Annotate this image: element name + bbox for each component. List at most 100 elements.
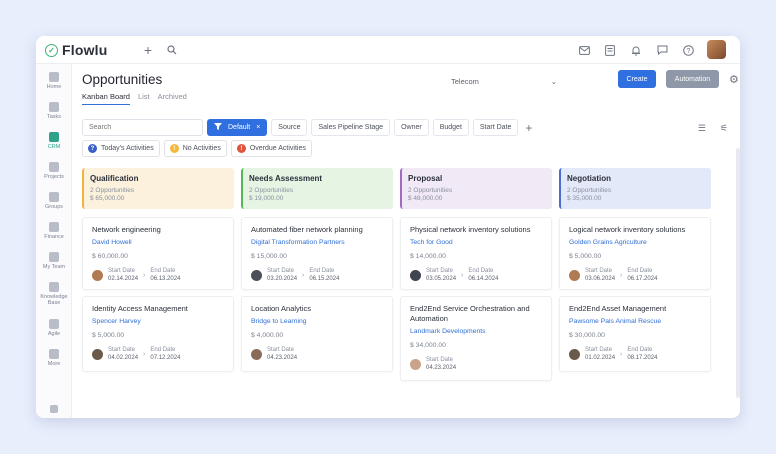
start-date-value: 04.23.2024 — [267, 355, 298, 361]
card-contact[interactable]: Tech for Good — [410, 239, 542, 246]
sidebar-item-projects[interactable]: Projects — [36, 162, 72, 180]
card-contact[interactable]: Golden Grains Agriculture — [569, 239, 701, 246]
add-filter-icon[interactable]: + — [522, 121, 532, 135]
sidebar-item-more[interactable]: More — [36, 349, 72, 367]
start-date-label: Start Date — [585, 347, 613, 353]
chevron-right-icon: › — [461, 271, 464, 279]
vertical-scrollbar[interactable] — [736, 148, 740, 398]
bell-icon[interactable] — [629, 43, 643, 57]
card-contact[interactable]: David Howell — [92, 239, 224, 246]
card-title: Location Analytics — [251, 304, 312, 313]
pipeline-select[interactable]: Telecom ⌄ — [451, 74, 557, 88]
sidebar-collapse[interactable] — [36, 405, 72, 415]
gear-icon[interactable]: ⚙ — [729, 73, 739, 86]
card-contact[interactable]: Landmark Developments — [410, 328, 542, 335]
end-date-label: End Date — [627, 268, 653, 274]
owner-avatar[interactable] — [410, 269, 421, 281]
card-contact[interactable]: Digital Transformation Partners — [251, 239, 383, 246]
start-date-label: Start Date — [426, 357, 454, 363]
card-title: Automated fiber network planning — [251, 225, 363, 234]
start-date-label: Start Date — [426, 268, 454, 274]
filter-chip-source[interactable]: Source — [271, 119, 308, 136]
owner-avatar[interactable] — [569, 269, 580, 281]
card-contact[interactable]: Pawsome Pals Animal Rescue — [569, 318, 701, 325]
card-title: Logical network inventory solutions — [569, 225, 686, 234]
end-date-value: 08.17.2024 — [627, 355, 658, 361]
no-activities-label: No Activities — [182, 145, 221, 152]
overdue-activities-chip[interactable]: ! Overdue Activities — [230, 140, 312, 157]
help-icon[interactable]: ? — [681, 43, 695, 57]
opportunity-card[interactable]: Logical network inventory solutions Gold… — [559, 217, 711, 290]
owner-avatar[interactable] — [92, 269, 103, 281]
app-name: Flowlu — [62, 42, 108, 58]
filter-chip-owner[interactable]: Owner — [394, 119, 429, 136]
logo[interactable]: ✓ Flowlu — [45, 42, 108, 58]
column-total: $ 65,000.00 — [90, 195, 125, 202]
card-dates: Start Date 04.02.2024 › End Date 07.12.202… — [92, 346, 224, 362]
chat-icon[interactable] — [655, 43, 669, 57]
user-avatar[interactable] — [707, 40, 726, 59]
home-icon — [49, 72, 59, 82]
notes-icon[interactable] — [603, 43, 617, 57]
todays-activities-chip[interactable]: ? Today's Activities — [82, 140, 160, 157]
owner-avatar[interactable] — [251, 348, 262, 360]
opportunity-card[interactable]: End2End Asset Management Pawsome Pals An… — [559, 296, 711, 372]
filter-chip-start-date[interactable]: Start Date — [472, 119, 519, 136]
column-count: 2 Opportunities — [90, 187, 135, 194]
sidebar-item-agile[interactable]: Agile — [36, 319, 72, 337]
end-date: End Date 08.17.2024 — [627, 346, 657, 362]
filter-chip-budget[interactable]: Budget — [432, 119, 469, 136]
tab-archived[interactable]: Archived — [158, 92, 187, 105]
mail-icon[interactable] — [577, 43, 591, 57]
sidebar-item-groups[interactable]: Groups — [36, 192, 72, 210]
tab-kanban-board[interactable]: Kanban Board — [82, 92, 130, 105]
tab-list[interactable]: List — [138, 92, 150, 105]
column-count: 2 Opportunities — [249, 187, 294, 194]
close-icon[interactable]: × — [256, 124, 260, 131]
opportunity-card[interactable]: Location Analytics Bridge to Learning $ … — [241, 296, 393, 372]
sidebar-item-label: Agile — [47, 331, 61, 337]
filter-chip-sales-pipeline-stage[interactable]: Sales Pipeline Stage — [311, 119, 391, 136]
card-amount: $ 30,000.00 — [569, 332, 605, 339]
sidebar-item-tasks[interactable]: Tasks — [36, 102, 72, 120]
column-header[interactable]: Needs Assessment 2 Opportunities $ 19,00… — [241, 168, 393, 209]
start-date-value: 02.14.2024 — [108, 276, 139, 282]
column-header[interactable]: Proposal 2 Opportunities $ 48,000.00 — [400, 168, 552, 209]
collapse-icon — [50, 405, 58, 413]
automation-button[interactable]: Automation — [666, 70, 719, 88]
card-amount: $ 5,000.00 — [569, 253, 602, 260]
team-icon — [49, 252, 59, 262]
search-icon[interactable] — [165, 43, 179, 57]
add-icon[interactable]: + — [141, 42, 155, 58]
opportunity-card[interactable]: Physical network inventory solutions Tec… — [400, 217, 552, 290]
sidebar-item-crm[interactable]: CRM — [36, 132, 72, 150]
create-button[interactable]: Create — [618, 70, 656, 88]
owner-avatar[interactable] — [410, 358, 421, 370]
opportunity-card[interactable]: Network engineering David Howell $ 60,00… — [82, 217, 234, 290]
sort-icon[interactable]: ☰ — [698, 123, 706, 134]
sidebar-item-finance[interactable]: Finance — [36, 222, 72, 240]
start-date: Start Date 04.23.2024 — [267, 346, 297, 362]
opportunity-card[interactable]: Identity Access Management Spencer Harve… — [82, 296, 234, 372]
sidebar-item-home[interactable]: Home — [36, 72, 72, 90]
settings-sliders-icon[interactable]: ⚟ — [720, 123, 728, 134]
no-activities-chip[interactable]: ! No Activities — [163, 140, 227, 157]
column-count: 2 Opportunities — [408, 187, 453, 194]
sidebar-item-knowledge-base[interactable]: Knowledge Base — [36, 282, 72, 306]
card-contact[interactable]: Bridge to Learning — [251, 318, 383, 325]
sidebar: Home Tasks CRM Projects Groups Finance M… — [36, 64, 72, 418]
column-header[interactable]: Negotiation 2 Opportunities $ 35,000.00 — [559, 168, 711, 209]
owner-avatar[interactable] — [569, 348, 580, 360]
default-filter-chip[interactable]: Default × — [207, 119, 268, 136]
opportunity-card[interactable]: Automated fiber network planning Digital… — [241, 217, 393, 290]
column-name: Needs Assessment — [249, 174, 323, 183]
column-header[interactable]: Qualification 2 Opportunities $ 65,000.0… — [82, 168, 234, 209]
default-filter-label: Default — [228, 124, 251, 131]
end-date-value: 06.15.2024 — [309, 276, 340, 282]
owner-avatar[interactable] — [92, 348, 103, 360]
opportunity-card[interactable]: End2End Service Orchestration and Automa… — [400, 296, 552, 381]
card-contact[interactable]: Spencer Harvey — [92, 318, 224, 325]
sidebar-item-my-team[interactable]: My Team — [36, 252, 72, 270]
search-input[interactable] — [82, 119, 203, 136]
owner-avatar[interactable] — [251, 269, 262, 281]
